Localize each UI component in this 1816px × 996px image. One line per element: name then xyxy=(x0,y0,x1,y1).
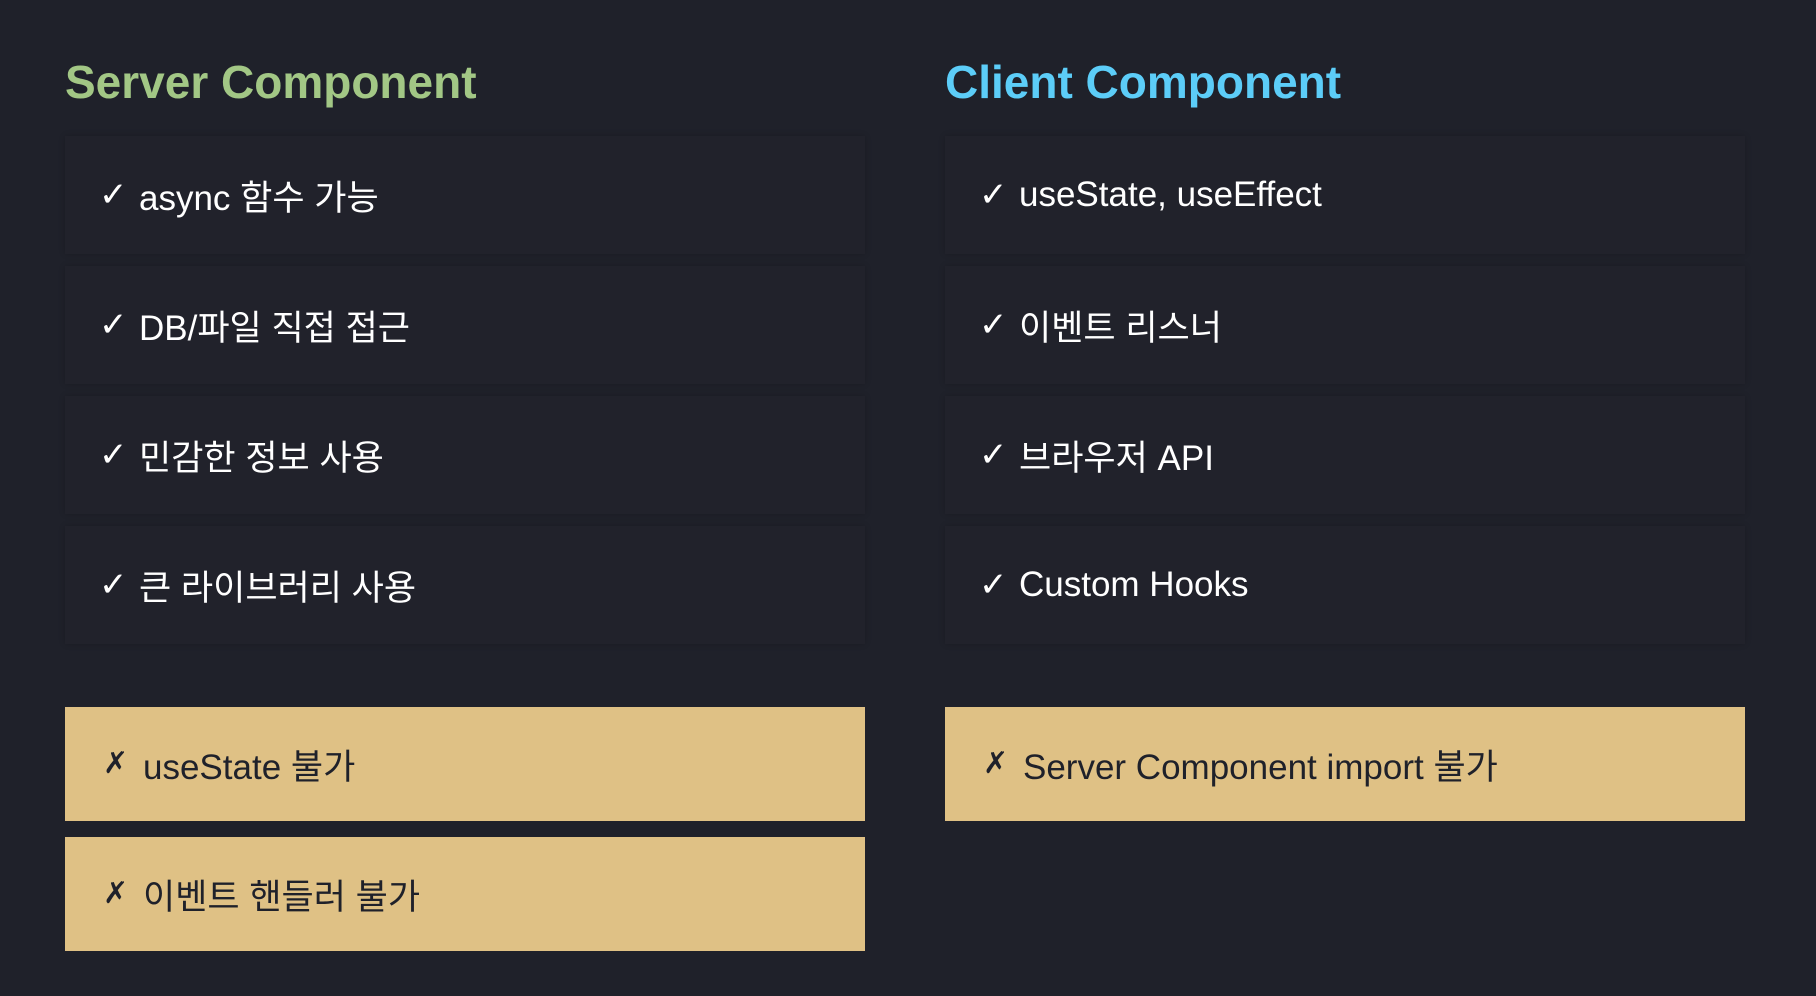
server-con-item: ✗ useState 불가 xyxy=(65,707,865,821)
check-icon: ✓ xyxy=(99,175,128,215)
server-pro-item: ✓ 민감한 정보 사용 xyxy=(65,396,865,514)
server-pro-label: DB/파일 직접 접근 xyxy=(139,308,410,348)
client-pro-item: ✓ useState, useEffect xyxy=(945,136,1745,254)
cross-icon: ✗ xyxy=(983,746,1009,781)
server-con-label: useState 불가 xyxy=(143,747,356,787)
client-pro-label: 브라우저 API xyxy=(1019,438,1214,478)
client-pro-item: ✓ Custom Hooks xyxy=(945,526,1745,644)
check-icon: ✓ xyxy=(979,435,1008,475)
client-pro-item: ✓ 이벤트 리스너 xyxy=(945,266,1745,384)
server-component-title: Server Component xyxy=(65,56,477,108)
server-pro-item: ✓ DB/파일 직접 접근 xyxy=(65,266,865,384)
check-icon: ✓ xyxy=(99,565,128,605)
check-icon: ✓ xyxy=(979,565,1008,605)
cross-icon: ✗ xyxy=(103,746,129,781)
check-icon: ✓ xyxy=(979,305,1008,345)
client-pro-label: 이벤트 리스너 xyxy=(1019,308,1222,348)
check-icon: ✓ xyxy=(99,305,128,345)
client-pros-list: ✓ useState, useEffect ✓ 이벤트 리스너 ✓ 브라우저 A… xyxy=(945,136,1745,656)
server-pro-item: ✓ 큰 라이브러리 사용 xyxy=(65,526,865,644)
client-pro-label: Custom Hooks xyxy=(1019,565,1249,604)
client-con-item: ✗ Server Component import 불가 xyxy=(945,707,1745,821)
cross-icon: ✗ xyxy=(103,876,129,911)
server-pros-list: ✓ async 함수 가능 ✓ DB/파일 직접 접근 ✓ 민감한 정보 사용 … xyxy=(65,136,865,656)
client-con-label: Server Component import 불가 xyxy=(1023,747,1498,787)
server-pro-label: 큰 라이브러리 사용 xyxy=(139,568,417,608)
check-icon: ✓ xyxy=(979,175,1008,215)
client-pro-item: ✓ 브라우저 API xyxy=(945,396,1745,514)
server-pro-label: 민감한 정보 사용 xyxy=(139,438,384,478)
server-cons-list: ✗ useState 불가 ✗ 이벤트 핸들러 불가 xyxy=(65,707,865,967)
server-pro-item: ✓ async 함수 가능 xyxy=(65,136,865,254)
client-component-title: Client Component xyxy=(945,56,1342,108)
server-con-label: 이벤트 핸들러 불가 xyxy=(143,877,421,917)
check-icon: ✓ xyxy=(99,435,128,475)
client-cons-list: ✗ Server Component import 불가 xyxy=(945,707,1745,837)
client-pro-label: useState, useEffect xyxy=(1019,175,1322,214)
server-con-item: ✗ 이벤트 핸들러 불가 xyxy=(65,837,865,951)
server-pro-label: async 함수 가능 xyxy=(139,178,379,218)
